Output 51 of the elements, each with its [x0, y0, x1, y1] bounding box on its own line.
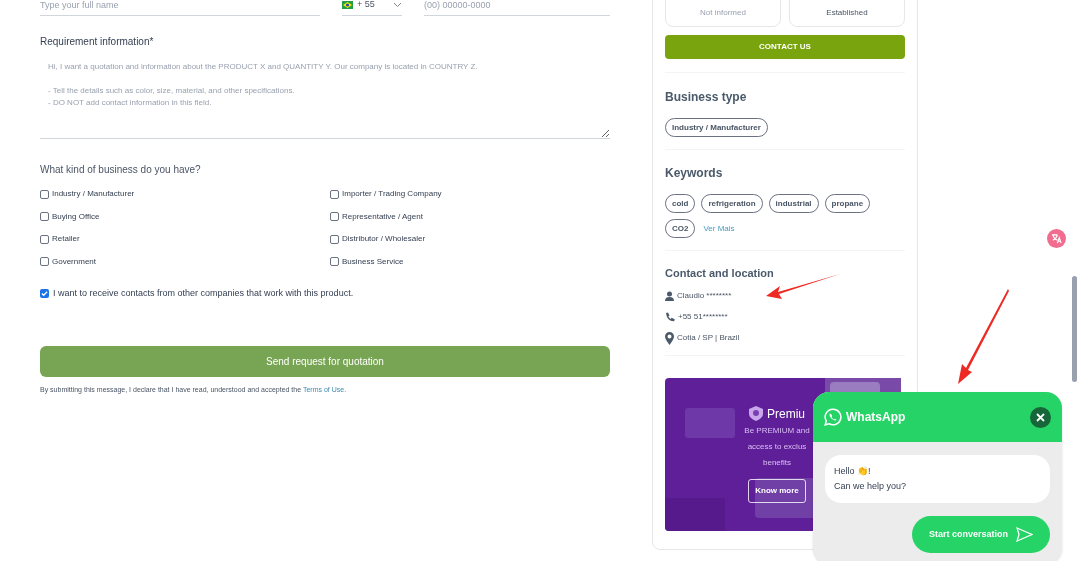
- premium-text: access to exclus: [747, 440, 807, 453]
- flag-icon: [342, 0, 353, 9]
- location-pin-icon: [665, 331, 674, 345]
- checkbox-label: Business Service: [342, 255, 404, 268]
- checkbox[interactable]: [40, 189, 49, 199]
- checkbox-label: Retailer: [52, 233, 80, 246]
- country-code-select[interactable]: + 55: [342, 0, 402, 16]
- contact-text: Claudio ********: [677, 290, 732, 302]
- chevron-down-icon: [393, 1, 402, 8]
- scrollbar-thumb[interactable]: [1072, 276, 1077, 382]
- section-title: Business type: [665, 89, 748, 106]
- chat-text: Hello 👏!: [834, 465, 872, 478]
- chat-text: Can we help you?: [834, 480, 908, 493]
- close-button[interactable]: [1030, 406, 1051, 428]
- phone-icon: [665, 312, 675, 322]
- checkbox-label: Representative / Agent: [342, 210, 423, 223]
- field-label: Requirement information*: [40, 35, 155, 49]
- name-field[interactable]: Type your full name: [40, 0, 320, 16]
- checkbox[interactable]: [40, 257, 49, 267]
- stat-text: Established: [826, 7, 868, 19]
- question-label: What kind of business do you have?: [40, 163, 202, 177]
- phone-field[interactable]: (00) 00000-0000: [424, 0, 610, 16]
- checkbox[interactable]: [330, 257, 339, 267]
- checkbox-label: I want to receive contacts from other companies that work with this product.: [53, 287, 354, 300]
- close-icon: [1036, 412, 1045, 422]
- checkbox[interactable]: [40, 212, 49, 222]
- premium-title: Premiu: [767, 405, 805, 423]
- section-title: Contact and location: [665, 266, 775, 281]
- widget-title: WhatsApp: [846, 409, 906, 426]
- stat-text: Not informed: [700, 7, 746, 19]
- checkbox[interactable]: [40, 289, 49, 299]
- contact-text: +55 51********: [678, 311, 728, 323]
- contact-text: Cotia / SP | Brazil: [677, 332, 740, 344]
- checkbox-label: Industry / Manufacturer: [52, 188, 135, 201]
- checkbox-label: Buying Office: [52, 210, 100, 223]
- send-icon: [1016, 527, 1033, 542]
- checkbox[interactable]: [40, 234, 49, 244]
- shield-icon: [749, 406, 763, 421]
- checkbox-label: Importer / Trading Company: [342, 188, 442, 201]
- checkbox[interactable]: [330, 234, 339, 244]
- know-more-button[interactable]: Know more: [748, 478, 806, 503]
- checkbox-label: Distributor / Wholesaler: [342, 233, 426, 246]
- premium-text: benefits: [763, 456, 791, 469]
- whatsapp-icon: [824, 408, 842, 426]
- checkbox[interactable]: [330, 189, 339, 199]
- person-icon: [665, 291, 674, 301]
- translate-icon[interactable]: [1047, 229, 1066, 248]
- checkbox-label: Government: [52, 255, 97, 268]
- premium-text: Be PREMIUM and: [744, 424, 810, 437]
- checkbox[interactable]: [330, 212, 339, 222]
- section-title: Keywords: [665, 165, 724, 182]
